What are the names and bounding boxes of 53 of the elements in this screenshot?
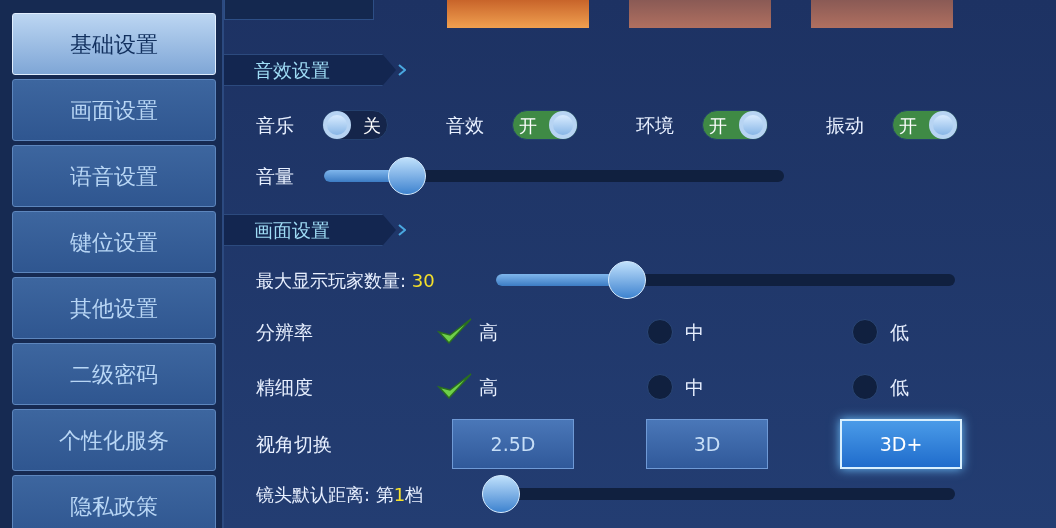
toggle-switch[interactable]: 开 — [702, 110, 768, 140]
radio-button[interactable] — [647, 374, 674, 400]
mode-button[interactable] — [811, 0, 953, 28]
toggle-label: 音乐 — [256, 112, 295, 138]
section-header: 音效设置 — [224, 54, 396, 86]
slider[interactable] — [496, 261, 955, 299]
toggle-switch[interactable]: 开 — [892, 110, 958, 140]
row-label: 视角切换 — [256, 431, 333, 457]
mode-button[interactable] — [629, 0, 771, 28]
sidebar-tab[interactable]: 键位设置 — [12, 211, 216, 273]
option-label: 低 — [889, 319, 909, 345]
slider[interactable] — [324, 157, 784, 195]
toggle-state-text: 开 — [708, 113, 728, 138]
slider-label: 最大显示玩家数量: 30 — [256, 268, 436, 293]
section-header: 画面设置 — [224, 214, 396, 246]
toggle-label: 环境 — [636, 112, 675, 138]
sidebar-tab[interactable]: 个性化服务 — [12, 409, 216, 471]
toggle-state-text: 开 — [898, 113, 918, 138]
toggle-switch[interactable]: 开 — [512, 110, 578, 140]
slider-label: 镜头默认距离: 第1档 — [256, 482, 425, 507]
sidebar-tab[interactable]: 其他设置 — [12, 277, 216, 339]
sidebar-tab[interactable]: 二级密码 — [12, 343, 216, 405]
option-label: 高 — [478, 319, 498, 345]
view-button[interactable]: 3D — [646, 419, 768, 469]
toggle-knob — [929, 111, 957, 139]
row-label: 精细度 — [256, 374, 314, 400]
sidebar-tab[interactable]: 隐私政策 — [12, 475, 216, 528]
row-label: 分辨率 — [256, 319, 314, 345]
mode-button[interactable] — [447, 0, 589, 28]
toggle-switch[interactable]: 关 — [322, 110, 388, 140]
sidebar-tab[interactable]: 基础设置 — [12, 13, 216, 75]
option-label: 高 — [478, 374, 498, 400]
chevron-icon — [398, 224, 406, 236]
toggle-state-text: 关 — [362, 113, 382, 138]
chevron-icon — [398, 64, 406, 76]
toggle-knob — [549, 111, 577, 139]
radio-button[interactable] — [851, 374, 878, 400]
view-button[interactable]: 2.5D — [452, 419, 574, 469]
toggle-label: 音效 — [446, 112, 485, 138]
option-label: 中 — [685, 319, 705, 345]
sidebar-tab[interactable]: 语音设置 — [12, 145, 216, 207]
option-label: 低 — [889, 374, 909, 400]
toggle-state-text: 开 — [518, 113, 538, 138]
toggle-knob — [739, 111, 767, 139]
slider-label: 音量 — [256, 163, 295, 189]
toggle-knob — [323, 111, 351, 139]
radio-button[interactable] — [851, 319, 878, 345]
radio-button[interactable] — [647, 319, 674, 345]
sidebar-tab[interactable]: 画面设置 — [12, 79, 216, 141]
toggle-label: 振动 — [826, 112, 865, 138]
option-label: 中 — [685, 374, 705, 400]
slider[interactable] — [482, 475, 955, 513]
view-button[interactable]: 3D+ — [840, 419, 962, 469]
